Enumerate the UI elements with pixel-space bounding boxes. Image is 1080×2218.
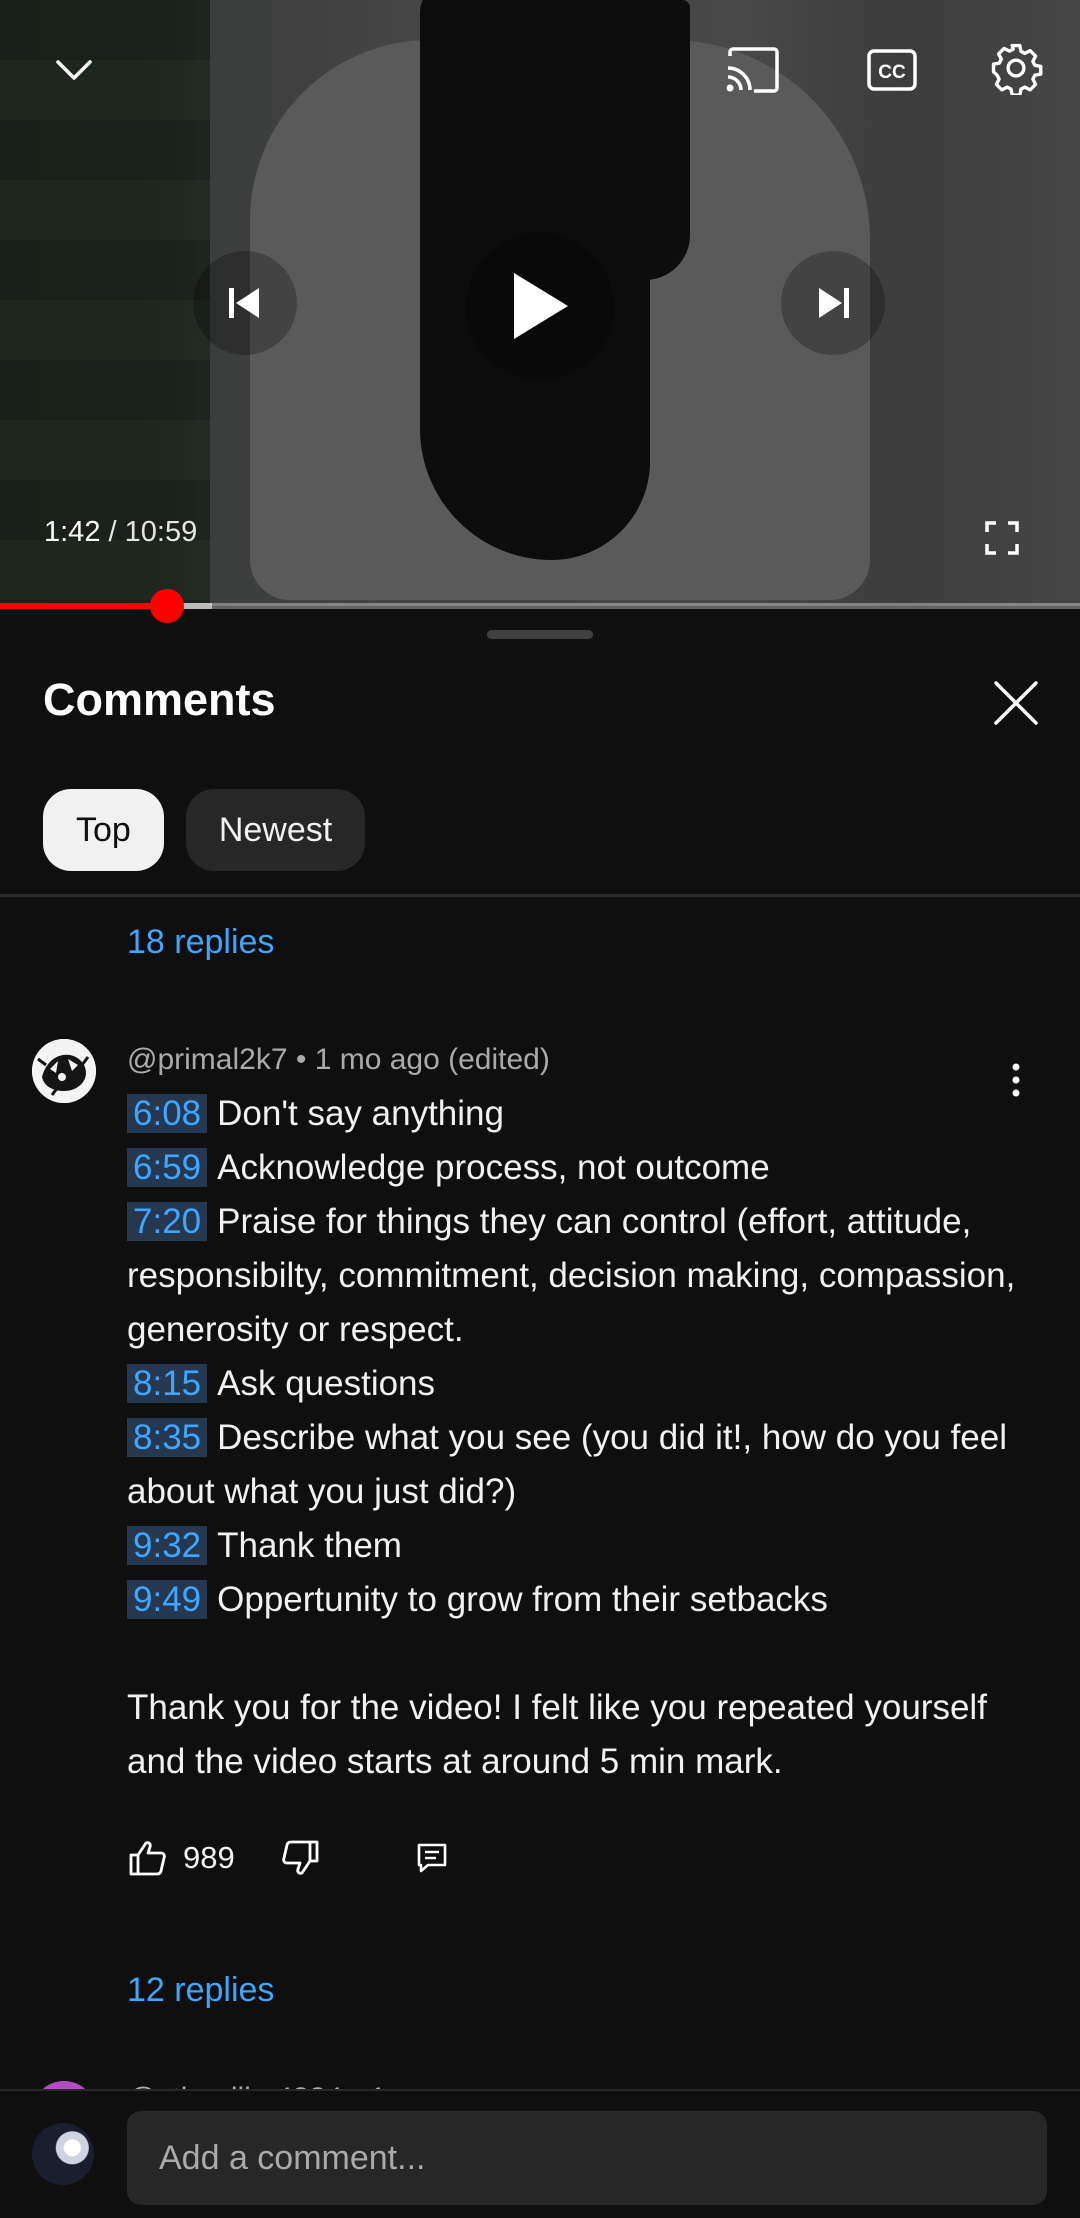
comment-line-text: Thank them <box>217 1526 402 1565</box>
timestamp-link[interactable]: 8:15 <box>127 1364 208 1403</box>
next-icon <box>819 288 849 318</box>
timestamp-link[interactable]: 7:20 <box>127 1202 208 1241</box>
comment-line: 7:20 Praise for things they can control (… <box>127 1195 1027 1357</box>
comment-line: 6:08 Don't say anything <box>127 1087 1027 1141</box>
timestamp-link[interactable]: 8:35 <box>127 1418 208 1457</box>
chevron-down-icon <box>56 60 92 80</box>
close-icon <box>994 681 1038 725</box>
comment-compose-bar <box>0 2089 1080 2218</box>
timestamp-link[interactable]: 9:49 <box>127 1580 208 1619</box>
comment-closing-text: Thank you for the video! I felt like you… <box>127 1688 987 1781</box>
reply-button[interactable] <box>411 1837 453 1879</box>
current-time: 1:42 <box>44 516 101 548</box>
fullscreen-button[interactable] <box>980 516 1024 560</box>
like-count: 989 <box>183 1840 235 1875</box>
close-button[interactable] <box>988 675 1044 731</box>
chip-top[interactable]: Top <box>43 789 164 871</box>
collapse-button[interactable] <box>48 44 100 96</box>
comment-body: 6:08 Don't say anything 6:59 Acknowledge p… <box>127 1087 1027 1789</box>
play-button[interactable] <box>466 232 614 380</box>
chip-newest[interactable]: Newest <box>185 789 366 871</box>
avatar[interactable] <box>32 1039 96 1103</box>
comment-line-text: Ask questions <box>217 1364 436 1403</box>
avatar-image <box>32 1039 96 1103</box>
panel-title: Comments <box>43 674 276 725</box>
comment-line-text: Acknowledge process, not outcome <box>217 1148 770 1187</box>
drag-handle[interactable] <box>487 630 593 639</box>
comments-panel: Comments Top Newest 18 replies @primal2k… <box>0 609 1080 2218</box>
timestamp-link[interactable]: 6:59 <box>127 1148 208 1187</box>
video-frame-subject-hair-right <box>600 0 690 280</box>
comment-line: 9:49 Oppertunity to grow from their setba… <box>127 1573 1027 1627</box>
more-vertical-icon <box>1012 1063 1020 1097</box>
comment-author[interactable]: @primal2k7 <box>127 1043 288 1076</box>
chips-divider <box>0 894 1080 897</box>
comment-line: 8:35 Describe what you see (you did it!, … <box>127 1411 1027 1519</box>
replies-link[interactable]: 12 replies <box>127 1971 274 2010</box>
cast-icon <box>726 47 779 93</box>
comment-line: 8:15 Ask questions <box>127 1357 1027 1411</box>
previous-button[interactable] <box>193 251 297 355</box>
add-comment-input[interactable] <box>127 2111 1047 2205</box>
captions-icon: CC <box>867 49 917 91</box>
progress-played <box>0 603 168 609</box>
comment-line-text: Oppertunity to grow from their setbacks <box>217 1580 828 1619</box>
reply-comment-icon <box>417 1843 447 1873</box>
comment-line-text: Don't say anything <box>217 1094 504 1133</box>
comment-line: 9:32 Thank them <box>127 1519 1027 1573</box>
previous-icon <box>229 288 259 318</box>
captions-button[interactable]: CC <box>862 40 922 100</box>
comment-actions: 989 <box>127 1837 453 1879</box>
thumbs-down-icon <box>281 1840 319 1875</box>
timestamp-link[interactable]: 6:08 <box>127 1094 208 1133</box>
comment-line-text: Describe what you see (you did it!, how … <box>127 1418 1008 1511</box>
duration: 10:59 <box>124 516 198 548</box>
like-button[interactable] <box>127 1837 169 1879</box>
timestamp-link[interactable]: 9:32 <box>127 1526 208 1565</box>
comment-line-text: Praise for things they can control (effo… <box>127 1202 1016 1349</box>
play-icon <box>514 273 568 339</box>
settings-gear-icon <box>991 43 1043 95</box>
meta-separator: • <box>287 1043 315 1076</box>
fullscreen-icon <box>985 521 1019 555</box>
comment-age: 1 mo ago (edited) <box>314 1043 550 1076</box>
previous-comment-replies-link[interactable]: 18 replies <box>127 923 274 962</box>
settings-button[interactable] <box>986 38 1046 98</box>
cast-button[interactable] <box>722 40 782 100</box>
next-button[interactable] <box>781 251 885 355</box>
comment-line: 6:59 Acknowledge process, not outcome <box>127 1141 1027 1195</box>
dislike-button[interactable] <box>279 1837 321 1879</box>
comment-meta: @primal2k7 • 1 mo ago (edited) <box>127 1043 550 1077</box>
thumbs-up-icon <box>129 1841 166 1876</box>
svg-text:CC: CC <box>878 62 906 83</box>
time-separator: / <box>100 516 125 548</box>
playback-time: 1:42 / 10:59 <box>44 516 197 549</box>
current-user-avatar[interactable] <box>32 2123 94 2185</box>
comment-menu-button[interactable] <box>996 1055 1036 1105</box>
sort-chips: Top Newest <box>43 789 366 871</box>
